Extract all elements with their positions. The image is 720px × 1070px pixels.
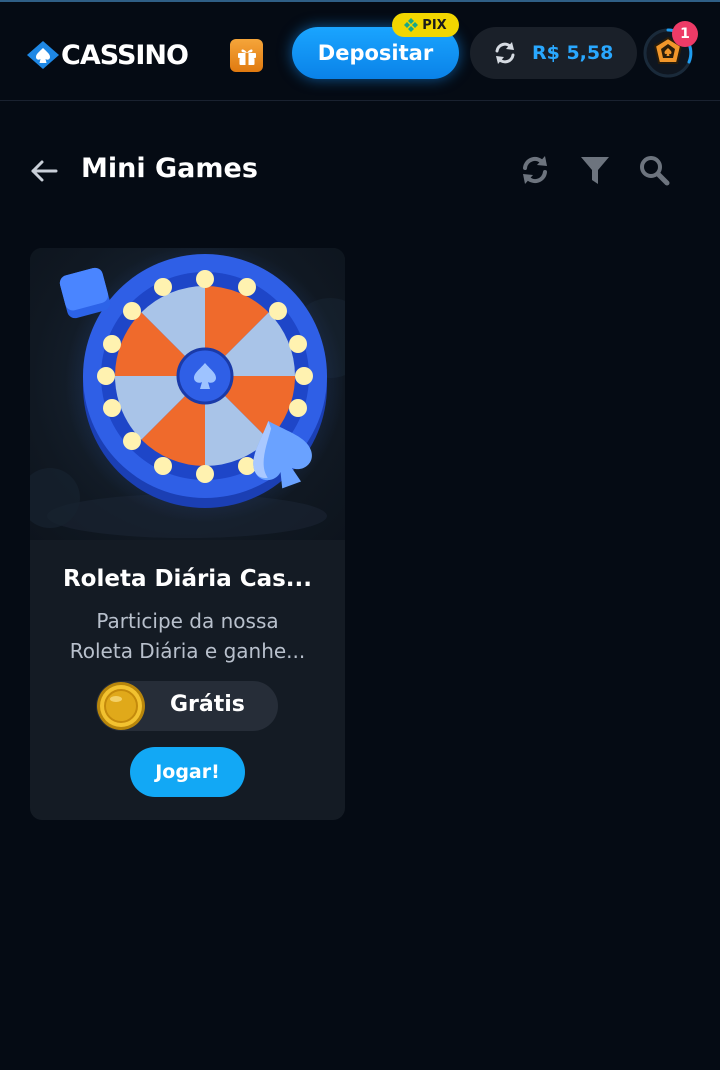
refresh-icon[interactable] [518,153,552,187]
balance-value: R$ 5,58 [532,42,614,64]
balance-display[interactable]: R$ 5,58 [470,27,637,79]
notification-badge: 1 [672,21,698,47]
coin-icon [97,682,145,730]
mini-game-card[interactable]: Roleta Diária Cas... Participe da nossa … [30,248,345,820]
page: CASSINO Depositar PIX R$ 5,58 1 Mini Gam… [0,0,720,1070]
logo-text: CASSINO [61,39,189,71]
gift-icon[interactable] [230,39,263,72]
price-pill: Grátis [96,681,278,731]
play-button[interactable]: Jogar! [130,747,245,797]
search-icon[interactable] [637,153,671,187]
card-description-line-1: Participe da nossa [96,609,279,633]
pix-badge: PIX [392,13,459,37]
roulette-wheel-icon [30,248,345,538]
card-description: Participe da nossa Roleta Diária e ganhe… [50,606,325,666]
card-description-line-2: Roleta Diária e ganhe... [69,639,306,663]
filter-icon[interactable] [578,153,612,187]
arrow-left-icon[interactable] [28,155,60,187]
refresh-icon[interactable] [492,40,518,66]
page-title: Mini Games [81,153,258,184]
price-label: Grátis [170,692,245,717]
card-title: Roleta Diária Cas... [62,566,313,592]
spade-diamond-icon [27,41,59,69]
roulette-artwork [30,248,345,540]
logo[interactable]: CASSINO [26,39,189,71]
pix-label: PIX [422,17,447,33]
top-header: CASSINO Depositar PIX R$ 5,58 1 [0,0,720,101]
pix-icon [404,18,419,32]
